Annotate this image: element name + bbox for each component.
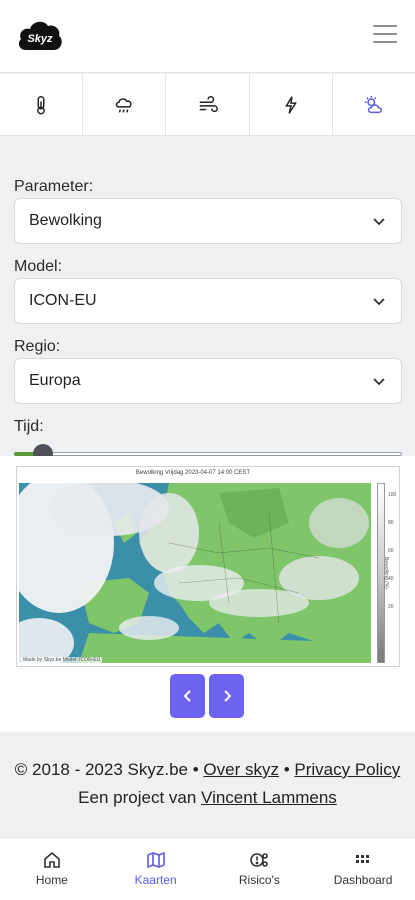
footer-line-1: © 2018 - 2023 Skyz.be • Over skyz • Priv… <box>0 756 415 784</box>
wind-icon <box>199 95 218 112</box>
lightning-icon <box>284 95 297 114</box>
tab-kaarten-label: Kaarten <box>134 873 177 887</box>
iconbar-item-temperature[interactable] <box>0 74 84 135</box>
logo-text: Skyz <box>27 33 53 45</box>
chevron-down-icon <box>373 378 385 386</box>
footer-separator: • <box>192 760 199 779</box>
parameter-select-value: Bewolking <box>29 212 102 229</box>
tab-home[interactable]: Home <box>0 838 104 900</box>
regio-select-value: Europa <box>29 372 81 389</box>
project-text: Een project van <box>78 788 197 807</box>
cloud-rain-icon <box>116 97 132 113</box>
cloud-sun-icon <box>364 95 382 113</box>
home-icon <box>44 851 60 868</box>
iconbar-item-lightning[interactable] <box>250 74 333 135</box>
tijd-label: Tijd: <box>14 418 44 435</box>
colorbar-tick: 40 <box>388 576 394 582</box>
model-label: Model: <box>14 258 63 275</box>
page-footer: © 2018 - 2023 Skyz.be • Over skyz • Priv… <box>0 756 415 812</box>
hamburger-menu-icon[interactable] <box>373 25 397 47</box>
parameter-icon-bar <box>0 74 415 136</box>
colorbar-label: Bewolking (%) <box>383 557 389 589</box>
colorbar-tick: 80 <box>388 520 394 526</box>
chevron-down-icon <box>373 218 385 226</box>
map-plot <box>19 483 371 663</box>
chevron-down-icon <box>373 298 385 306</box>
cloud-logo-icon[interactable]: Skyz <box>16 16 64 54</box>
tab-dashboard[interactable]: Dashboard <box>311 838 415 900</box>
iconbar-item-clouds[interactable] <box>333 74 415 135</box>
privacy-policy-link[interactable]: Privacy Policy <box>294 760 400 779</box>
footer-line-2: Een project van Vincent Lammens <box>0 784 415 812</box>
weather-map-image: Bewolking Vrijdag 2023-04-07 14:00 CEST <box>16 466 400 667</box>
regio-select[interactable]: Europa <box>14 358 402 404</box>
author-link[interactable]: Vincent Lammens <box>201 788 337 807</box>
model-select-value: ICON-EU <box>29 292 97 309</box>
tab-risicos-label: Risico's <box>238 873 280 887</box>
parameter-select[interactable]: Bewolking <box>14 198 402 244</box>
tab-dashboard-label: Dashboard <box>333 873 393 887</box>
model-select[interactable]: ICON-EU <box>14 278 402 324</box>
colorbar-tick: 60 <box>388 548 394 554</box>
copyright-text: © 2018 - 2023 Skyz.be <box>14 760 188 779</box>
next-button[interactable] <box>209 674 244 718</box>
footer-separator: • <box>283 760 290 779</box>
tab-home-label: Home <box>35 873 68 887</box>
colorbar-tick: 100 <box>388 492 397 498</box>
colorbar-ticks: 100 80 60 40 20 <box>388 481 396 621</box>
tab-kaarten[interactable]: Kaarten <box>104 838 208 900</box>
thermometer-icon <box>37 95 46 114</box>
map-title: Bewolking Vrijdag 2023-04-07 14:00 CEST <box>135 470 251 476</box>
risk-icon <box>250 853 269 867</box>
europe-cloud-map-graphic <box>19 483 371 663</box>
app-header: Skyz <box>0 0 415 73</box>
map-navigation <box>170 674 244 718</box>
regio-label: Regio: <box>14 338 61 355</box>
map-section: Bewolking Vrijdag 2023-04-07 14:00 CEST <box>0 456 415 732</box>
map-credit: Made by Skyz.be Model: ICON-EU <box>21 657 103 663</box>
iconbar-item-wind[interactable] <box>166 74 250 135</box>
tab-risicos[interactable]: Risico's <box>208 838 312 900</box>
colorbar-tick: 20 <box>388 604 394 610</box>
chevron-left-icon <box>183 690 191 702</box>
map-options-form: Parameter: Bewolking Model: ICON-EU Regi… <box>14 176 402 468</box>
iconbar-item-precipitation[interactable] <box>83 74 167 135</box>
chevron-right-icon <box>223 690 231 702</box>
previous-button[interactable] <box>170 674 205 718</box>
bottom-tab-bar: Home Kaarten Risico's Dashboard <box>0 837 415 900</box>
parameter-label: Parameter: <box>14 178 94 195</box>
map-icon <box>146 851 165 869</box>
dashboard-icon <box>356 855 370 863</box>
over-skyz-link[interactable]: Over skyz <box>203 760 279 779</box>
